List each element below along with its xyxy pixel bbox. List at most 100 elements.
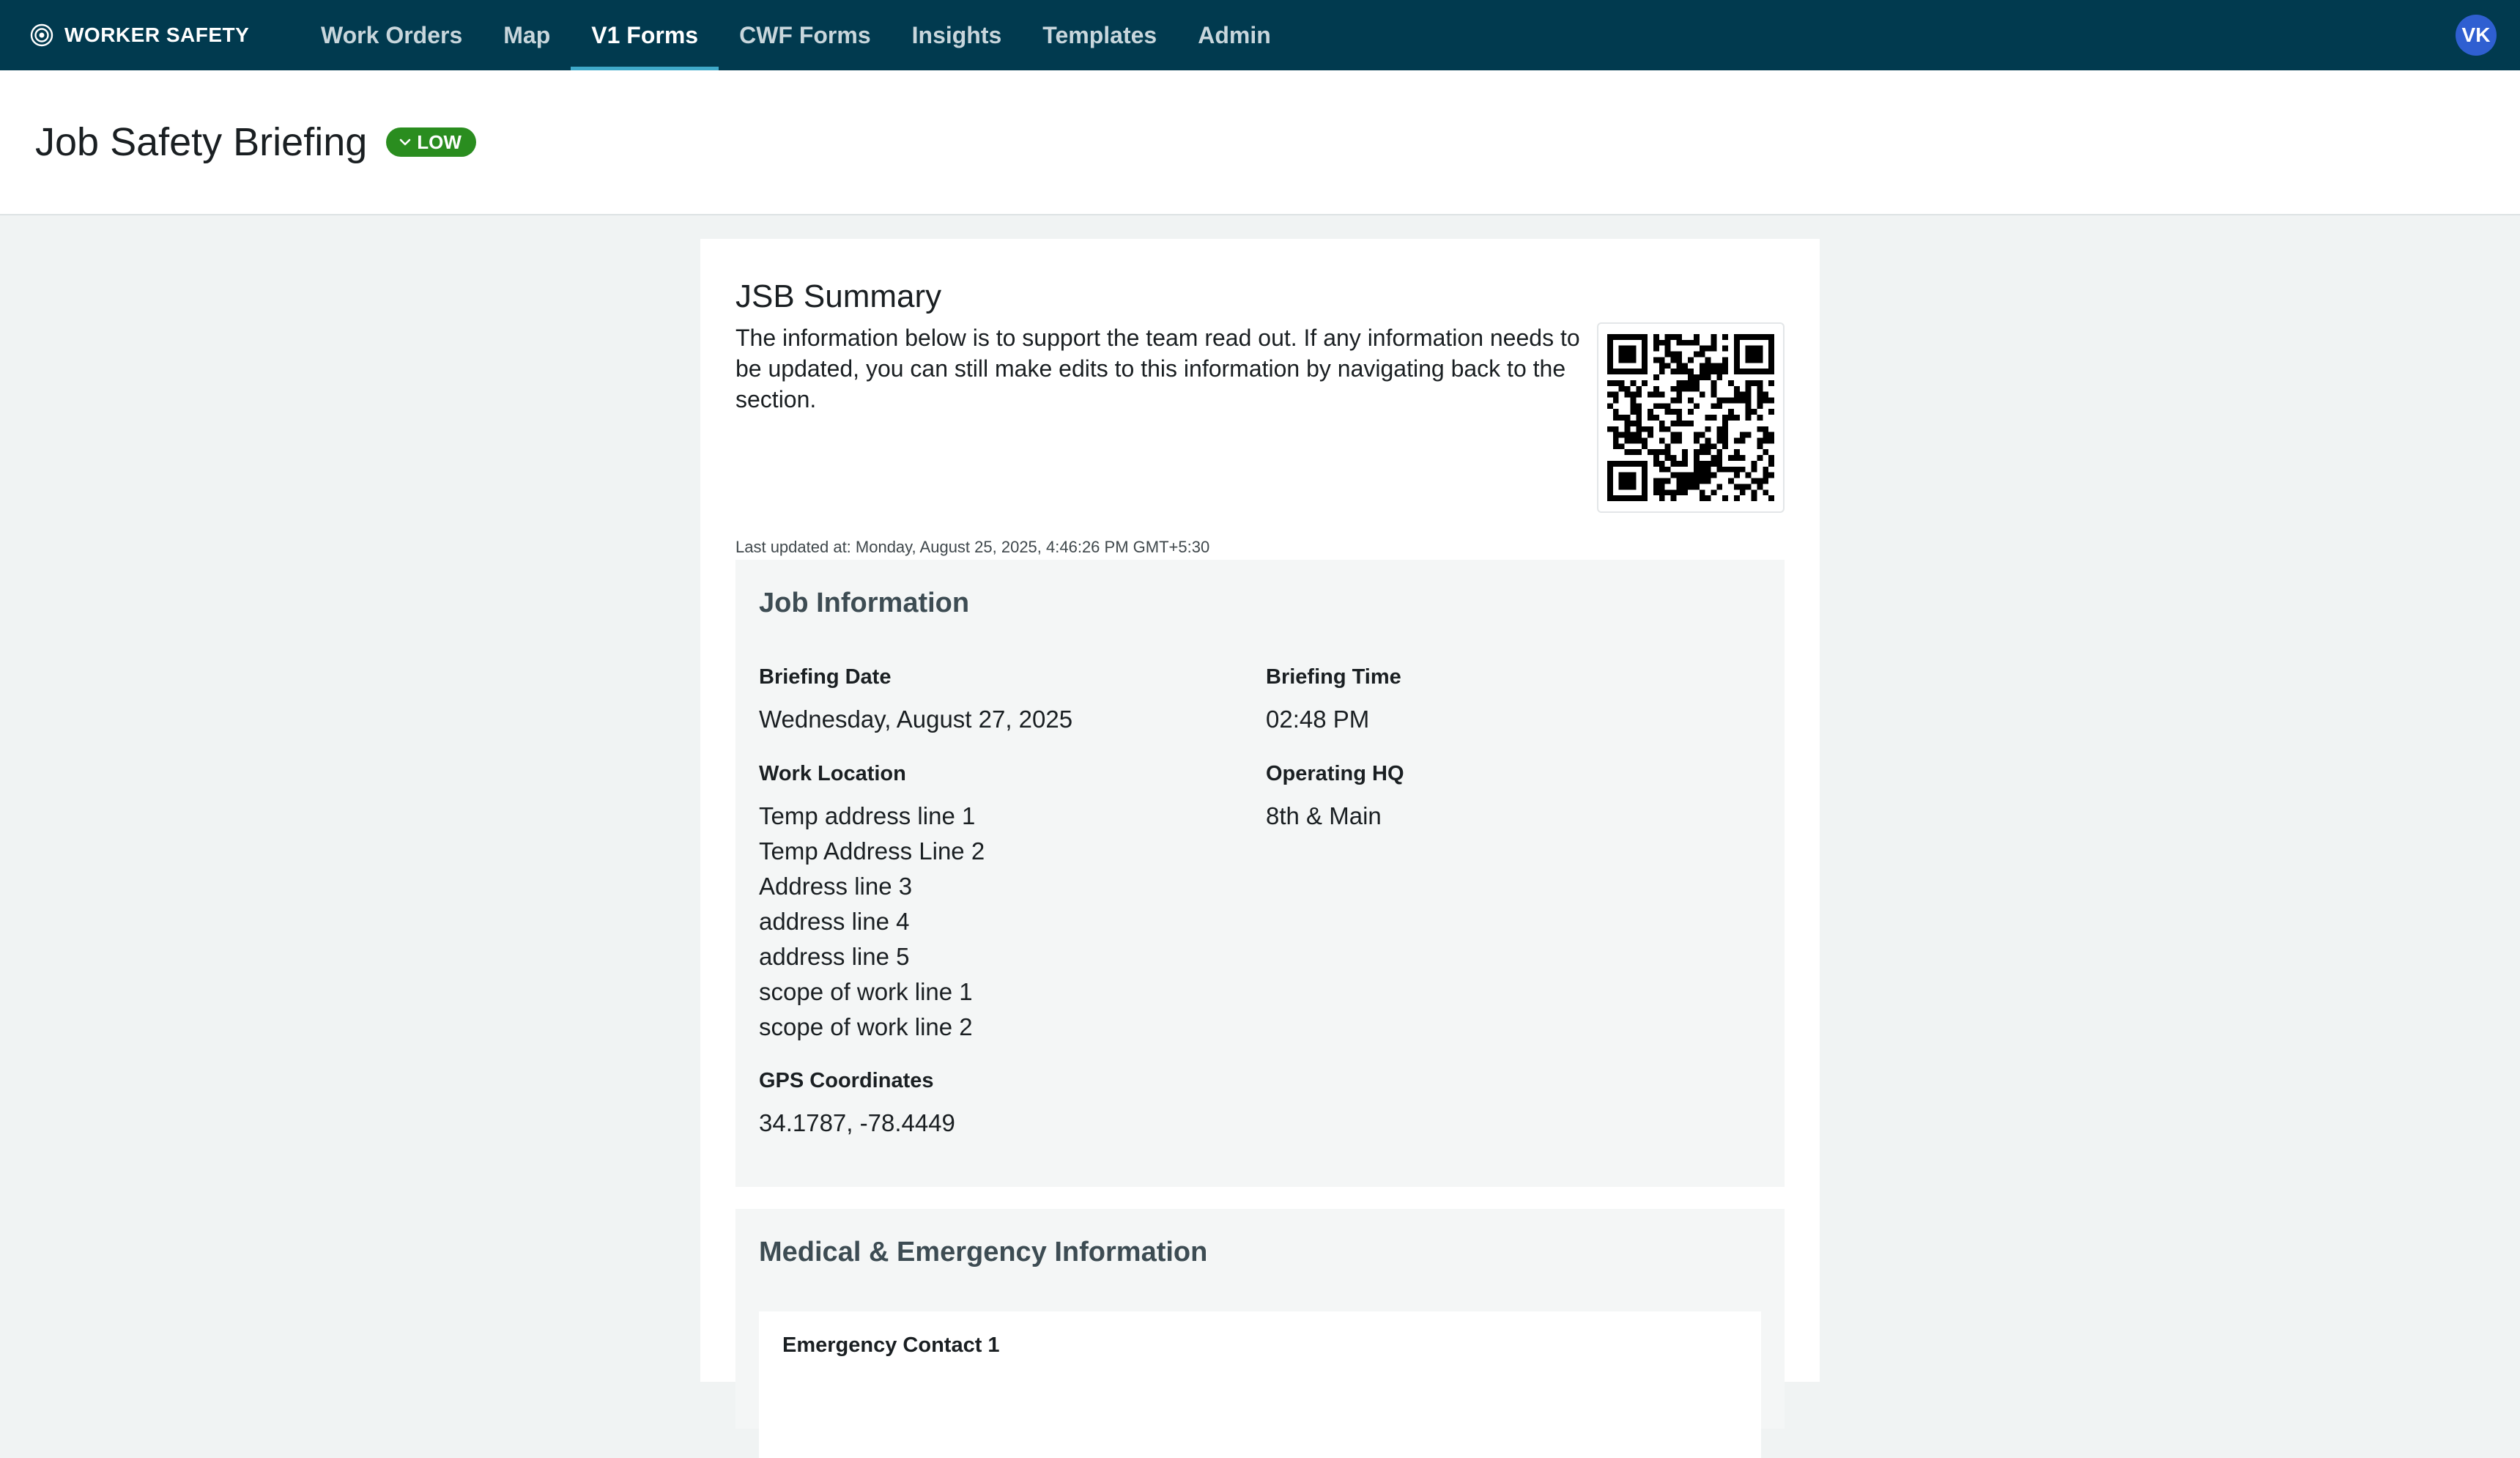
brand-logo[interactable]: WORKER SAFETY bbox=[29, 0, 249, 70]
qr-module bbox=[1676, 460, 1683, 467]
qr-module bbox=[1636, 369, 1642, 375]
qr-module bbox=[1751, 489, 1757, 496]
qr-module bbox=[1624, 426, 1631, 432]
qr-module bbox=[1733, 455, 1740, 461]
qr-module bbox=[1711, 380, 1717, 386]
qr-module bbox=[1624, 415, 1631, 421]
qr-module bbox=[1618, 432, 1625, 438]
qr-module bbox=[1659, 426, 1665, 432]
qr-module bbox=[1751, 345, 1757, 352]
qr-module bbox=[1642, 351, 1648, 358]
work-location-line: address line 4 bbox=[759, 908, 910, 935]
qr-module bbox=[1716, 460, 1723, 467]
qr-module bbox=[1607, 484, 1613, 490]
qr-module bbox=[1739, 466, 1746, 473]
qr-module bbox=[1693, 478, 1700, 484]
briefing-time-label: Briefing Time bbox=[1266, 665, 1401, 689]
qr-module bbox=[1745, 380, 1752, 386]
qr-module bbox=[1757, 484, 1763, 490]
nav-link-insights[interactable]: Insights bbox=[892, 0, 1023, 70]
qr-module bbox=[1768, 351, 1774, 358]
qr-module bbox=[1751, 351, 1757, 358]
qr-module bbox=[1711, 363, 1717, 369]
qr-module bbox=[1768, 339, 1774, 346]
qr-module bbox=[1676, 397, 1683, 404]
qr-module bbox=[1642, 495, 1648, 501]
qr-module bbox=[1607, 345, 1613, 352]
qr-module bbox=[1699, 374, 1705, 380]
qr-module bbox=[1733, 484, 1740, 490]
risk-level-badge[interactable]: LOW bbox=[386, 127, 476, 157]
qr-module bbox=[1607, 369, 1613, 375]
qr-module bbox=[1624, 345, 1631, 352]
qr-module bbox=[1653, 403, 1659, 410]
qr-module bbox=[1688, 385, 1694, 392]
qr-module bbox=[1612, 443, 1619, 450]
chevron-down-icon bbox=[399, 138, 411, 146]
qr-module bbox=[1688, 484, 1694, 490]
qr-module bbox=[1630, 345, 1637, 352]
qr-module bbox=[1670, 495, 1677, 501]
qr-module bbox=[1607, 426, 1613, 432]
qr-module bbox=[1682, 385, 1689, 392]
nav-link-admin[interactable]: Admin bbox=[1177, 0, 1292, 70]
qr-module bbox=[1739, 334, 1746, 340]
qr-module bbox=[1624, 391, 1631, 398]
qr-module bbox=[1624, 385, 1631, 392]
qr-module bbox=[1664, 426, 1671, 432]
qr-module bbox=[1682, 478, 1689, 484]
qr-module bbox=[1642, 334, 1648, 340]
qr-module bbox=[1745, 409, 1752, 415]
qr-module bbox=[1612, 426, 1619, 432]
qr-module bbox=[1659, 449, 1665, 456]
qr-module bbox=[1711, 460, 1717, 467]
nav-link-cwf-forms[interactable]: CWF Forms bbox=[719, 0, 892, 70]
qr-module bbox=[1757, 403, 1763, 410]
nav-link-work-orders[interactable]: Work Orders bbox=[300, 0, 483, 70]
qr-module bbox=[1618, 460, 1625, 467]
qr-module bbox=[1733, 415, 1740, 421]
qr-module bbox=[1630, 449, 1637, 456]
qr-module bbox=[1642, 437, 1648, 444]
medical-emergency-section: Medical & Emergency Information Emergenc… bbox=[735, 1209, 1785, 1458]
section-title-job-information: Job Information bbox=[759, 588, 970, 618]
qr-module bbox=[1670, 420, 1677, 426]
qr-module bbox=[1739, 397, 1746, 404]
qr-module bbox=[1607, 472, 1613, 478]
qr-module bbox=[1664, 334, 1671, 340]
qr-module bbox=[1676, 484, 1683, 490]
nav-link-v1-forms[interactable]: V1 Forms bbox=[571, 0, 719, 70]
qr-module bbox=[1688, 357, 1694, 363]
qr-code[interactable] bbox=[1597, 322, 1785, 513]
qr-module bbox=[1612, 391, 1619, 398]
summary-title: JSB Summary bbox=[735, 278, 942, 314]
work-location-label: Work Location bbox=[759, 762, 906, 785]
qr-module bbox=[1757, 369, 1763, 375]
qr-module bbox=[1768, 357, 1774, 363]
qr-module bbox=[1642, 339, 1648, 346]
qr-module bbox=[1733, 397, 1740, 404]
qr-module bbox=[1716, 363, 1723, 369]
qr-module bbox=[1618, 415, 1625, 421]
qr-module bbox=[1688, 420, 1694, 426]
qr-module bbox=[1699, 449, 1705, 456]
qr-module bbox=[1607, 403, 1613, 410]
qr-module bbox=[1648, 391, 1653, 398]
nav-link-map[interactable]: Map bbox=[483, 0, 571, 70]
qr-module bbox=[1768, 437, 1774, 444]
qr-module bbox=[1733, 345, 1740, 352]
qr-module bbox=[1653, 478, 1659, 484]
qr-module bbox=[1653, 460, 1659, 467]
qr-module bbox=[1716, 432, 1723, 438]
qr-module bbox=[1612, 369, 1619, 375]
qr-module bbox=[1705, 443, 1711, 450]
user-avatar[interactable]: VK bbox=[2456, 15, 2497, 56]
nav-link-templates[interactable]: Templates bbox=[1022, 0, 1177, 70]
qr-module bbox=[1630, 478, 1637, 484]
qr-module bbox=[1676, 339, 1683, 346]
qr-module bbox=[1763, 478, 1769, 484]
qr-module bbox=[1763, 397, 1769, 404]
qr-module bbox=[1705, 357, 1711, 363]
qr-module bbox=[1688, 472, 1694, 478]
qr-module bbox=[1607, 339, 1613, 346]
